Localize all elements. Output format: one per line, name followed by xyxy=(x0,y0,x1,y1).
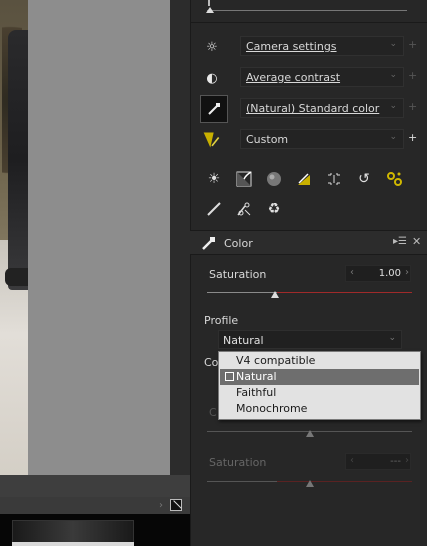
contrast-select[interactable]: Average contrast ⌄ xyxy=(240,67,404,87)
checkbox-icon xyxy=(225,372,234,381)
picture-control-icon[interactable] xyxy=(204,100,224,118)
camera-settings-label: Camera settings xyxy=(246,40,337,53)
chevron-down-icon: ⌄ xyxy=(389,70,397,80)
color-booster-icon[interactable] xyxy=(294,169,314,189)
chevron-down-icon: ⌄ xyxy=(389,101,397,111)
recycle-icon[interactable]: ♻ xyxy=(264,199,284,219)
viewer-scrollbar[interactable] xyxy=(170,0,190,497)
obscured-label: C xyxy=(209,406,217,419)
saturation-thumb[interactable] xyxy=(270,291,279,298)
saturation-value-box[interactable]: ‹ 1.00 › xyxy=(345,265,411,282)
chevron-down-icon: ⌄ xyxy=(389,132,397,142)
picture-control-label: (Natural) Standard color xyxy=(246,102,380,115)
saturation-value: 1.00 xyxy=(378,268,401,279)
effects-icon[interactable] xyxy=(384,169,404,189)
color-ball-icon[interactable] xyxy=(264,169,284,189)
profile-dropdown-list: V4 compatible Natural Faithful Monochrom… xyxy=(218,351,421,420)
chevron-down-icon: ⌄ xyxy=(389,39,397,49)
picture-control-icon xyxy=(201,235,217,255)
profile-label: Profile xyxy=(204,314,239,327)
picture-control-select[interactable]: (Natural) Standard color ⌄ xyxy=(240,98,404,118)
contrast-icon[interactable]: ◐ xyxy=(202,69,222,87)
profile-option-v4-compatible[interactable]: V4 compatible xyxy=(220,353,419,369)
plus-icon[interactable]: + xyxy=(408,69,417,82)
option-label: Monochrome xyxy=(236,402,308,415)
retouch-icon[interactable] xyxy=(234,199,254,219)
viewer-canvas xyxy=(28,0,170,475)
top-slider-thumb[interactable] xyxy=(206,7,214,13)
camera-settings-select[interactable]: Camera settings ⌄ xyxy=(240,36,404,56)
scroll-right-icon[interactable]: › xyxy=(159,500,163,511)
increment-icon[interactable]: › xyxy=(405,267,409,278)
top-slider-marker xyxy=(208,0,210,6)
saturation-track[interactable] xyxy=(207,292,412,293)
custom-label: Custom xyxy=(246,133,289,146)
panel-menu-icon[interactable]: ▸☰ xyxy=(393,236,407,247)
photo-person xyxy=(8,30,28,290)
viewer-hscrollbar[interactable] xyxy=(0,475,190,497)
custom-select[interactable]: Custom ⌄ xyxy=(240,129,404,149)
saturation2-thumb xyxy=(306,480,314,487)
camera-settings-row: ☼ Camera settings ⌄ + xyxy=(196,36,424,58)
plus-icon[interactable]: + xyxy=(408,131,417,144)
rotate-icon[interactable]: ↺ xyxy=(354,169,374,189)
obscured-label: Co xyxy=(204,356,219,369)
plus-icon[interactable]: + xyxy=(408,38,417,51)
chevron-down-icon: ⌄ xyxy=(388,333,396,343)
decrement-icon: ‹ xyxy=(350,455,354,466)
saturation2-track-fill xyxy=(277,481,412,482)
crop-icon[interactable] xyxy=(324,169,344,189)
contrast-row: ◐ Average contrast ⌄ + xyxy=(196,67,424,89)
profile-select-value: Natural xyxy=(223,334,264,347)
profile-select[interactable]: Natural ⌄ xyxy=(218,330,402,349)
option-label: Natural xyxy=(236,370,277,383)
divider xyxy=(190,22,427,23)
increment-icon: › xyxy=(405,455,409,466)
saturation-label: Saturation xyxy=(209,268,267,281)
option-label: Faithful xyxy=(236,386,277,399)
exposure-icon[interactable]: ☀ xyxy=(204,169,224,189)
contrast-label: Average contrast xyxy=(246,71,341,84)
photo-preview xyxy=(0,0,28,475)
photo-shoe xyxy=(5,268,28,286)
custom-adjust-icon[interactable] xyxy=(202,131,222,149)
profile-option-monochrome[interactable]: Monochrome xyxy=(220,401,419,417)
color-panel-header[interactable]: Color ▸☰ ✕ xyxy=(190,231,427,255)
option-label: V4 compatible xyxy=(236,354,316,367)
profile-option-faithful[interactable]: Faithful xyxy=(220,385,419,401)
saturation-track-fill xyxy=(277,292,412,293)
custom-row: Custom ⌄ + xyxy=(196,129,424,151)
saturation2-value-box: ‹ --- › xyxy=(345,453,411,470)
obscured-thumb xyxy=(306,430,314,437)
decrement-icon[interactable]: ‹ xyxy=(350,267,354,278)
profile-option-natural[interactable]: Natural xyxy=(220,369,419,385)
fit-to-screen-icon[interactable] xyxy=(170,499,182,511)
tone-curve-icon[interactable] xyxy=(234,169,254,189)
brightness-icon[interactable]: ☼ xyxy=(202,38,222,56)
color-panel-title: Color xyxy=(224,237,253,250)
top-slider-track[interactable] xyxy=(207,10,407,11)
saturation2-label: Saturation xyxy=(209,456,267,469)
brush-icon[interactable] xyxy=(204,199,224,219)
picture-control-row: (Natural) Standard color ⌄ + xyxy=(196,98,424,120)
saturation2-value: --- xyxy=(390,456,401,467)
filmstrip-scrollbar[interactable] xyxy=(12,542,134,546)
plus-icon[interactable]: + xyxy=(408,100,417,113)
close-icon[interactable]: ✕ xyxy=(412,235,421,248)
